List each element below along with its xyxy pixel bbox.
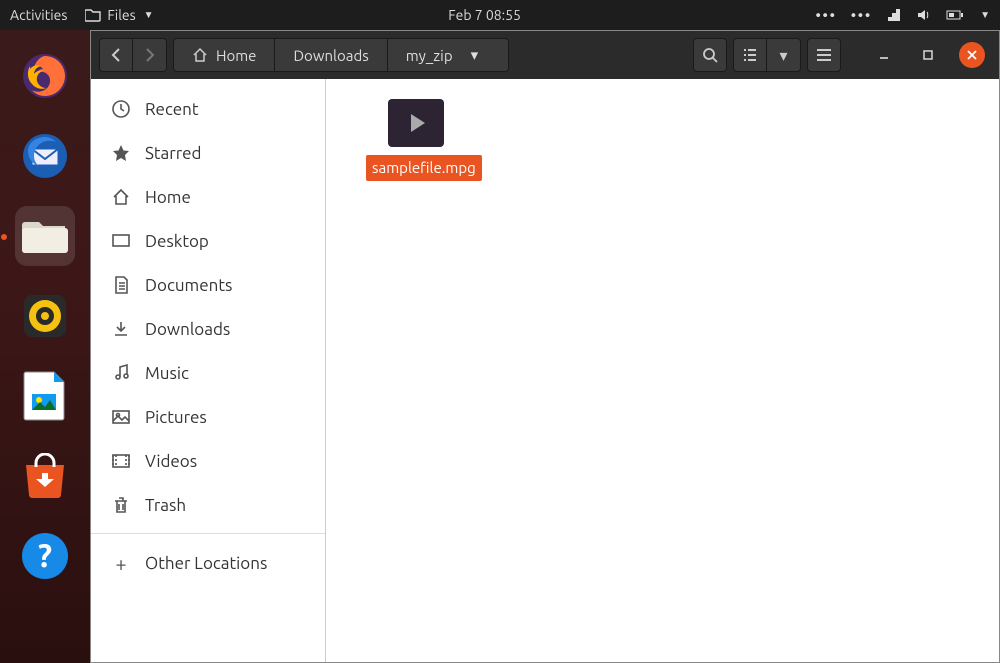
desktop-icon (111, 231, 131, 251)
sidebar-item-pictures[interactable]: Pictures (91, 395, 325, 439)
sidebar: Recent Starred Home Desktop Documents Do… (91, 79, 326, 662)
folder-icon (85, 8, 101, 22)
dock-firefox[interactable] (15, 46, 75, 106)
speaker-icon (20, 291, 70, 341)
app-menu-label: Files (107, 7, 135, 23)
dock: ? (0, 30, 90, 663)
sidebar-item-recent[interactable]: Recent (91, 87, 325, 131)
file-name: samplefile.mpg (366, 155, 482, 181)
dock-software[interactable] (15, 446, 75, 506)
video-thumbnail-icon (388, 99, 444, 147)
help-icon: ? (20, 531, 70, 581)
chevron-down-icon: ▼ (144, 9, 154, 21)
chevron-down-icon: ▾ (471, 46, 479, 64)
sidebar-item-label: Downloads (145, 320, 230, 339)
dock-rhythmbox[interactable] (15, 286, 75, 346)
top-menubar: Activities Files ▼ Feb 7 08:55 ••• ••• ▼ (0, 0, 1000, 30)
sidebar-item-documents[interactable]: Documents (91, 263, 325, 307)
search-icon (702, 47, 718, 63)
view-dropdown-button[interactable]: ▾ (767, 38, 801, 72)
search-button[interactable] (693, 38, 727, 72)
sidebar-item-label: Recent (145, 100, 199, 119)
sidebar-item-home[interactable]: Home (91, 175, 325, 219)
titlebar: Home Downloads my_zip ▾ ▾ (91, 31, 999, 79)
sidebar-item-label: Pictures (145, 408, 207, 427)
indicator-icon[interactable]: ••• (851, 7, 872, 23)
dock-files[interactable] (15, 206, 75, 266)
maximize-button[interactable] (915, 42, 941, 68)
close-button[interactable] (959, 42, 985, 68)
dock-help[interactable]: ? (15, 526, 75, 586)
sidebar-item-label: Music (145, 364, 189, 383)
back-button[interactable] (99, 38, 133, 72)
sidebar-item-music[interactable]: Music (91, 351, 325, 395)
sidebar-item-desktop[interactable]: Desktop (91, 219, 325, 263)
path-segment-current[interactable]: my_zip ▾ (388, 38, 509, 72)
path-label: Home (216, 47, 256, 64)
indicator-icon[interactable]: ••• (816, 7, 837, 23)
firefox-icon (20, 51, 70, 101)
hamburger-icon (816, 48, 832, 62)
downloads-icon (111, 319, 131, 339)
hamburger-menu-button[interactable] (807, 38, 841, 72)
star-icon (111, 143, 131, 163)
sidebar-item-label: Desktop (145, 232, 209, 251)
clock[interactable]: Feb 7 08:55 (154, 7, 816, 23)
sidebar-item-other-locations[interactable]: + Other Locations (91, 540, 325, 587)
volume-icon[interactable] (916, 7, 932, 23)
sidebar-item-label: Videos (145, 452, 197, 471)
sidebar-item-label: Home (145, 188, 191, 207)
sidebar-item-label: Trash (145, 496, 186, 515)
sidebar-item-trash[interactable]: Trash (91, 483, 325, 527)
path-label: my_zip (406, 47, 453, 64)
chevron-down-icon[interactable]: ▼ (980, 9, 990, 21)
path-segment-downloads[interactable]: Downloads (275, 38, 387, 72)
videos-icon (111, 451, 131, 471)
document-icon (22, 370, 68, 422)
shopping-bag-icon (20, 453, 70, 499)
path-segment-home[interactable]: Home (173, 38, 275, 72)
sidebar-item-starred[interactable]: Starred (91, 131, 325, 175)
content-area[interactable]: samplefile.mpg (326, 79, 999, 662)
sidebar-item-videos[interactable]: Videos (91, 439, 325, 483)
sidebar-item-label: Starred (145, 144, 202, 163)
thunderbird-icon (20, 131, 70, 181)
music-icon (111, 363, 131, 383)
trash-icon (111, 495, 131, 515)
dock-libreoffice[interactable] (15, 366, 75, 426)
dock-thunderbird[interactable] (15, 126, 75, 186)
sidebar-item-label: Other Locations (145, 554, 267, 573)
chevron-down-icon: ▾ (779, 46, 787, 65)
activities-button[interactable]: Activities (10, 7, 67, 23)
svg-text:?: ? (38, 538, 52, 574)
pathbar: Home Downloads my_zip ▾ (173, 38, 509, 72)
files-icon (22, 216, 68, 256)
sidebar-item-downloads[interactable]: Downloads (91, 307, 325, 351)
plus-icon: + (111, 552, 131, 575)
home-icon (111, 187, 131, 207)
pictures-icon (111, 407, 131, 427)
files-window: Home Downloads my_zip ▾ ▾ Recent Starred… (90, 30, 1000, 663)
minimize-button[interactable] (871, 42, 897, 68)
documents-icon (111, 275, 131, 295)
file-item[interactable]: samplefile.mpg (366, 99, 466, 181)
view-list-button[interactable] (733, 38, 767, 72)
battery-icon[interactable] (946, 8, 964, 22)
network-icon[interactable] (886, 7, 902, 23)
app-menu[interactable]: Files ▼ (85, 7, 153, 23)
sidebar-item-label: Documents (145, 276, 232, 295)
list-icon (742, 48, 758, 62)
path-label: Downloads (293, 47, 368, 64)
forward-button[interactable] (133, 38, 167, 72)
home-icon (192, 47, 208, 63)
clock-icon (111, 99, 131, 119)
sidebar-divider (91, 533, 325, 534)
